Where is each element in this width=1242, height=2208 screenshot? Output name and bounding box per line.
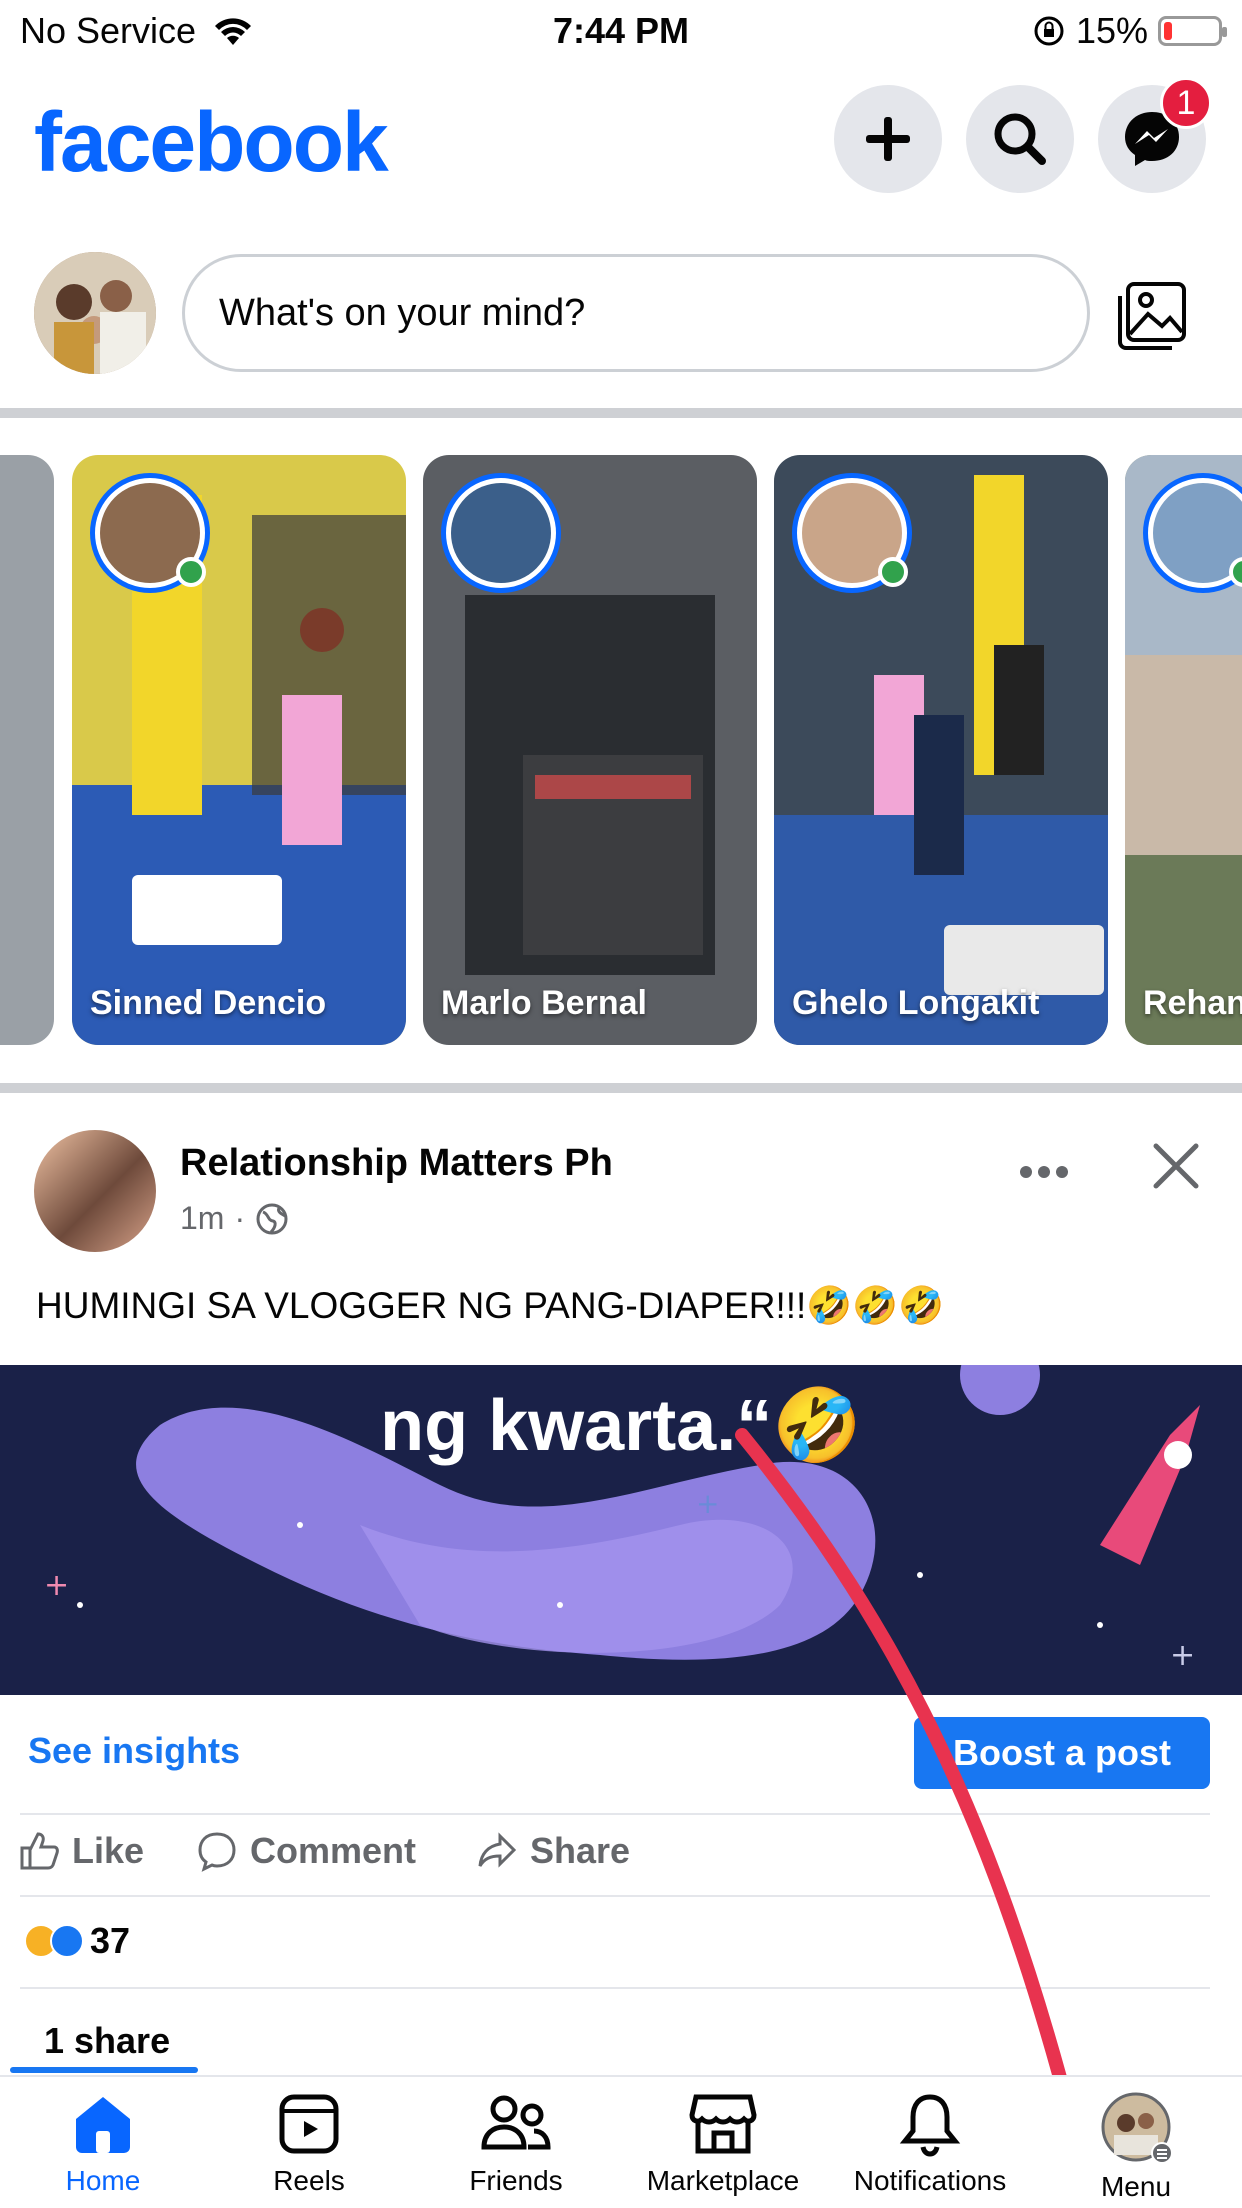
plus-icon	[866, 117, 910, 161]
nav-marketplace-label: Marketplace	[646, 2165, 800, 2196]
nav-reels-label: Reels	[273, 2165, 345, 2196]
more-options-icon[interactable]	[1018, 1162, 1070, 1182]
nav-home-label: Home	[65, 2165, 141, 2196]
story-name: Ghelo Longakit	[792, 984, 1040, 1022]
search-icon	[994, 113, 1046, 165]
red-arrow-annotation	[735, 1428, 1067, 2075]
photo-icon	[1118, 282, 1186, 350]
post-composer: What's on your mind?	[0, 240, 1242, 400]
bell-icon	[899, 2094, 961, 2157]
bottom-nav: Home Reels Friends Marketplace Notificat…	[0, 2075, 1242, 2208]
story-avatar	[441, 473, 561, 593]
nav-menu[interactable]: Menu	[1036, 2091, 1236, 2203]
meta-separator: ·	[234, 1200, 246, 1236]
battery-level	[1164, 22, 1172, 40]
user-avatar[interactable]	[34, 252, 156, 374]
friends-icon	[481, 2095, 551, 2150]
status-placeholder: What's on your mind?	[219, 291, 586, 334]
post-time: 1m	[180, 1200, 225, 1236]
status-bar: No Service 7:44 PM 15%	[0, 0, 1242, 62]
menu-avatar-icon	[1101, 2092, 1172, 2163]
nav-home[interactable]: Home	[3, 2091, 203, 2197]
messenger-badge: 1	[1160, 77, 1212, 129]
nav-marketplace[interactable]: Marketplace	[623, 2091, 823, 2197]
nav-friends[interactable]: Friends	[416, 2091, 616, 2197]
post-header: Relationship Matters Ph 1m ·	[0, 1110, 1242, 1270]
add-photo-button[interactable]	[1112, 276, 1192, 356]
home-icon	[76, 2097, 130, 2153]
post-author-avatar[interactable]	[34, 1130, 156, 1252]
reels-icon	[279, 2094, 339, 2154]
create-button[interactable]	[834, 85, 942, 193]
globe-icon	[256, 1203, 288, 1234]
nav-notifications-label: Notifications	[853, 2165, 1007, 2196]
facebook-logo[interactable]: facebook	[34, 94, 389, 191]
story-card[interactable]: Marlo Bernal	[423, 455, 757, 1045]
rotation-lock-icon	[1034, 16, 1064, 46]
app-header: facebook 1	[0, 62, 1242, 212]
status-input[interactable]: What's on your mind?	[182, 254, 1090, 372]
marketplace-icon	[689, 2094, 757, 2154]
post-meta: 1m ·	[180, 1200, 289, 1237]
post-image[interactable]: + + + ng kwarta.“🤣 See insights Boost a …	[0, 1365, 1242, 2075]
messenger-button[interactable]: 1	[1098, 77, 1212, 193]
status-right: 15%	[1032, 10, 1227, 52]
avatar-photo	[34, 252, 156, 374]
close-icon[interactable]	[1150, 1140, 1202, 1192]
section-divider	[0, 1083, 1242, 1093]
story-name: Rehan	[1143, 984, 1242, 1022]
section-divider	[0, 408, 1242, 418]
post-text: HUMINGI SA VLOGGER NG PANG-DIAPER!!!🤣🤣🤣	[36, 1285, 945, 1326]
story-name: Marlo Bernal	[441, 984, 647, 1022]
search-button[interactable]	[966, 85, 1074, 193]
nav-reels[interactable]: Reels	[209, 2091, 409, 2197]
story-card[interactable]: Sinned Dencio	[72, 455, 406, 1045]
nav-friends-label: Friends	[469, 2165, 563, 2196]
nav-menu-label: Menu	[1100, 2171, 1172, 2202]
story-name: Sinned Dencio	[90, 984, 327, 1022]
story-card-previous[interactable]	[0, 455, 54, 1045]
battery-percent: 15%	[1075, 10, 1148, 51]
battery-icon	[1158, 16, 1227, 46]
online-indicator	[878, 557, 908, 587]
post-author-name[interactable]: Relationship Matters Ph	[180, 1142, 613, 1185]
online-indicator	[176, 557, 206, 587]
stories-tray: Sinned Dencio Marlo Bernal Ghelo Longaki…	[0, 455, 1242, 1045]
nav-notifications[interactable]: Notifications	[830, 2091, 1030, 2197]
story-card[interactable]: Ghelo Longakit	[774, 455, 1108, 1045]
story-card[interactable]: Rehan	[1125, 455, 1242, 1045]
